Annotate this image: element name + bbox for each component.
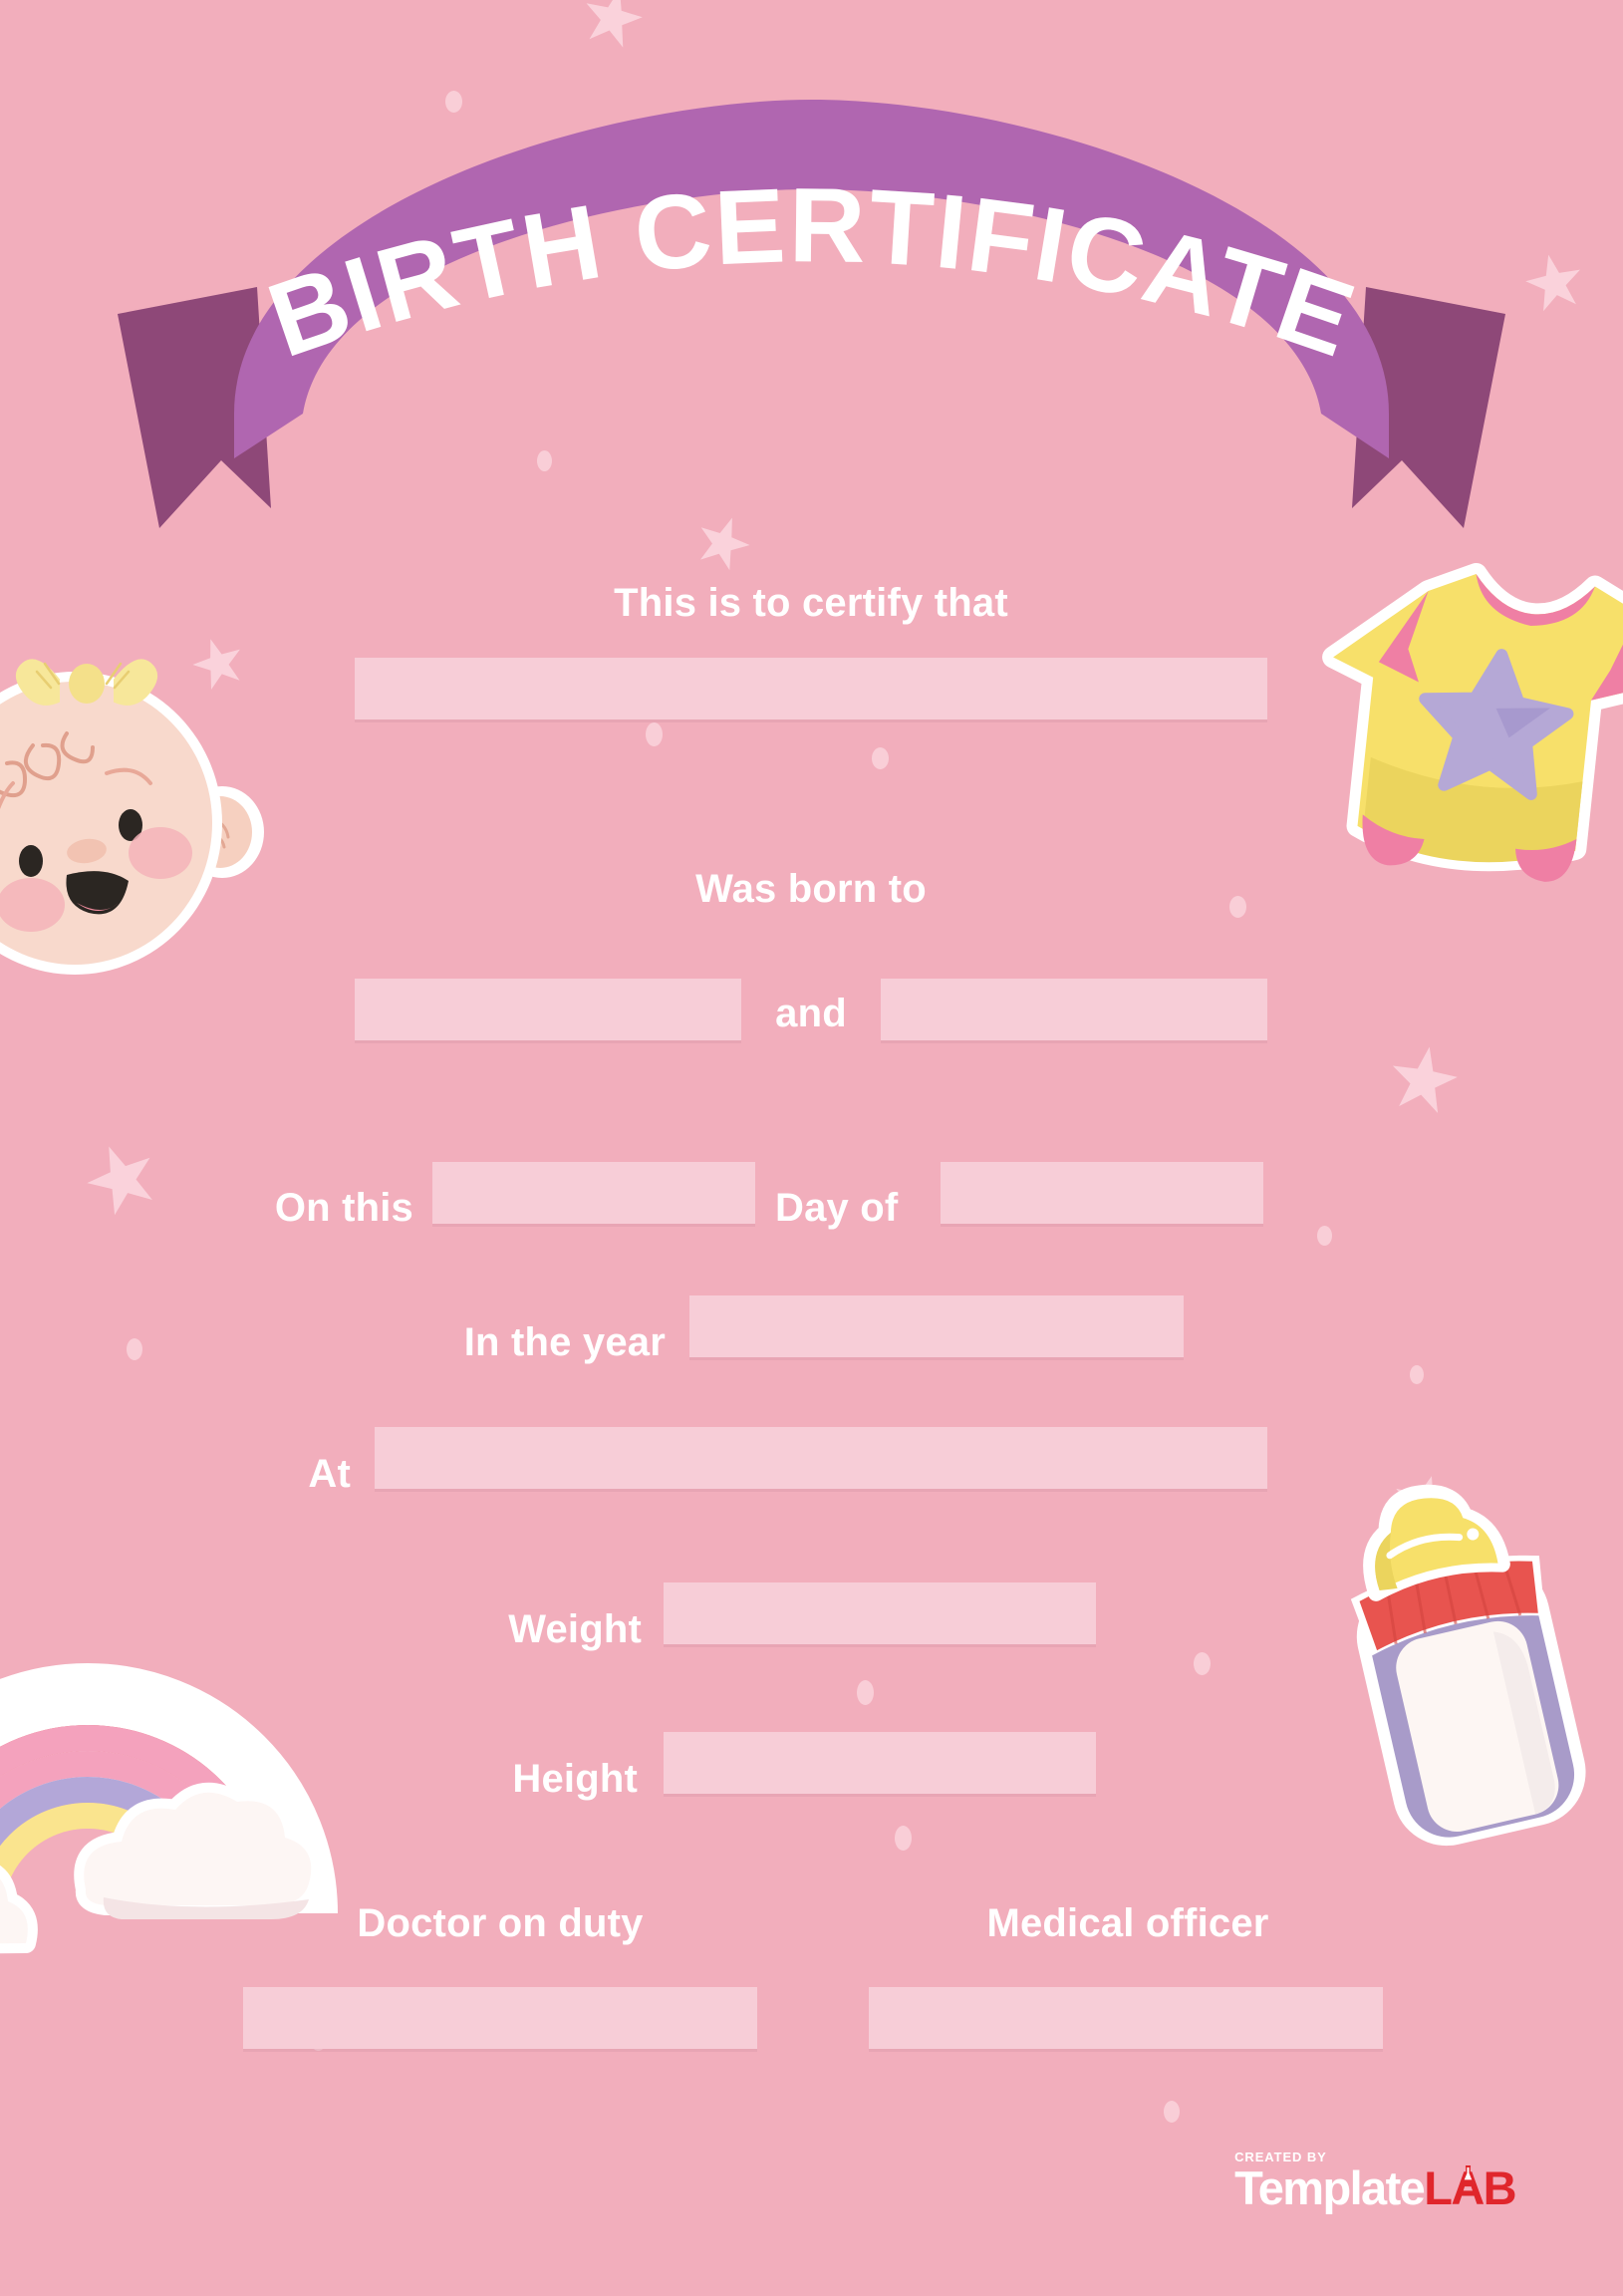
child-name-field[interactable]	[355, 658, 1267, 719]
on-this-label: On this	[274, 1186, 413, 1230]
banner: BIRTH CERTIFICATE	[0, 100, 1623, 528]
brand-template-text: Template	[1234, 2161, 1426, 2214]
dot-decor-icon	[646, 722, 663, 746]
onesie-sticker	[1322, 558, 1623, 927]
parent-two-field[interactable]	[881, 979, 1267, 1040]
doctor-on-duty-field[interactable]	[243, 1987, 757, 2049]
dot-decor-icon	[1317, 1226, 1332, 1246]
dot-decor-icon	[872, 747, 889, 769]
parent-one-field[interactable]	[355, 979, 741, 1040]
dot-decor-icon	[1194, 1652, 1211, 1675]
place-label: At	[308, 1452, 351, 1496]
star-decor-icon	[78, 1134, 166, 1223]
flask-icon	[1461, 2165, 1476, 2187]
year-field[interactable]	[689, 1295, 1184, 1357]
dot-decor-icon	[895, 1826, 912, 1851]
weight-label: Weight	[508, 1607, 642, 1651]
rainbow-cloud-sticker	[0, 1614, 338, 1954]
dot-decor-icon	[1229, 896, 1246, 918]
baby-bottle-sticker	[1317, 1480, 1606, 1847]
month-field[interactable]	[941, 1162, 1263, 1224]
medical-officer-label: Medical officer	[986, 1901, 1269, 1945]
day-of-label: Day of	[775, 1186, 899, 1230]
height-label: Height	[512, 1757, 638, 1801]
and-conjunction-label: and	[775, 992, 847, 1035]
certify-label: This is to certify that	[614, 581, 1008, 625]
born-to-label: Was born to	[695, 867, 927, 911]
dot-decor-icon	[857, 1680, 874, 1705]
star-decor-icon	[1386, 1041, 1462, 1117]
dot-decor-icon	[1410, 1365, 1424, 1384]
year-label: In the year	[463, 1320, 666, 1364]
weight-field[interactable]	[664, 1582, 1096, 1644]
star-decor-icon	[578, 0, 648, 52]
certificate-page: BIRTH CERTIFICATE This is to certify tha…	[0, 0, 1623, 2296]
baby-face-sticker	[0, 628, 294, 987]
templatelab-logo[interactable]: CREATED BY TemplateLAB	[1234, 2151, 1516, 2214]
medical-officer-field[interactable]	[869, 1987, 1383, 2049]
day-field[interactable]	[432, 1162, 755, 1224]
place-field[interactable]	[375, 1427, 1267, 1489]
height-field[interactable]	[664, 1732, 1096, 1794]
doctor-on-duty-label: Doctor on duty	[357, 1901, 644, 1945]
dot-decor-icon	[1164, 2101, 1180, 2123]
brand-wordmark: TemplateLAB	[1234, 2161, 1516, 2214]
dot-decor-icon	[127, 1338, 142, 1360]
brand-lab-text: LAB	[1424, 2161, 1516, 2214]
